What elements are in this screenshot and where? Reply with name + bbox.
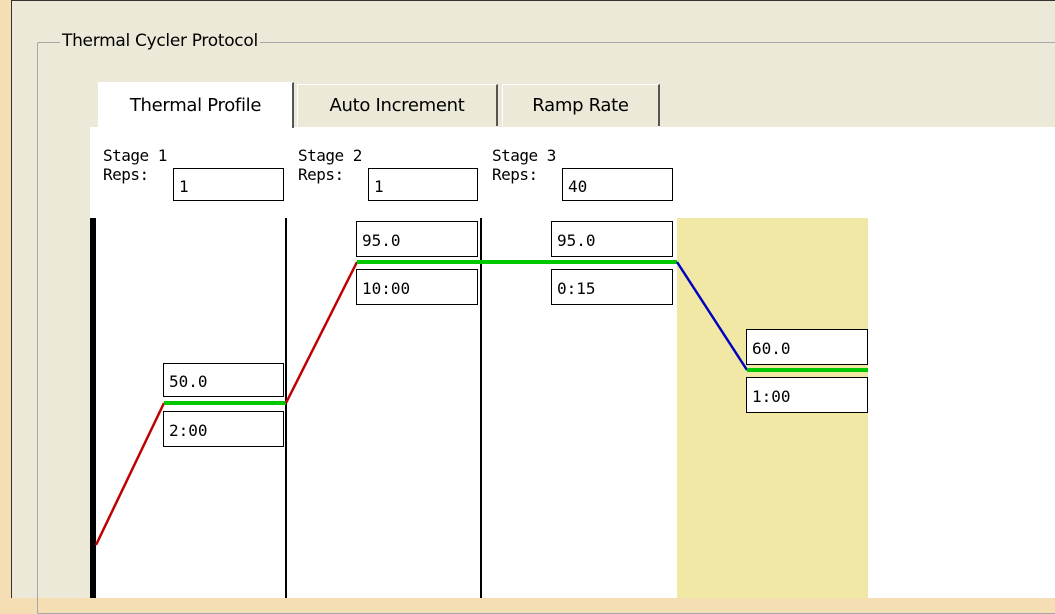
step-3-time-input[interactable] — [551, 269, 673, 305]
step-1-time-input[interactable] — [163, 411, 284, 447]
stage-2-reps-input[interactable] — [368, 168, 478, 201]
ramp-up-line-1 — [94, 402, 166, 546]
ramp-up-line-2 — [284, 261, 359, 404]
step-3-temp-input[interactable] — [551, 221, 673, 257]
step-1-temp-input[interactable] — [163, 363, 284, 397]
stage-1-reps-input[interactable] — [173, 168, 284, 201]
stage-3-reps-label: Reps: — [492, 165, 538, 184]
stage-1-label: Stage 1 — [103, 146, 167, 165]
stage-2-reps-label: Reps: — [298, 165, 344, 184]
stage-1-start-divider — [90, 218, 96, 598]
stage-1-reps-label: Reps: — [103, 165, 149, 184]
stage-3-reps-input[interactable] — [562, 168, 673, 201]
step-4-time-input[interactable] — [746, 377, 868, 413]
stage-3-label: Stage 3 — [492, 146, 556, 165]
step-2-temp-input[interactable] — [356, 221, 478, 257]
stage-2-label: Stage 2 — [298, 146, 362, 165]
step-4-temp-input[interactable] — [746, 329, 868, 365]
tab-thermal-profile[interactable]: Thermal Profile — [98, 82, 294, 128]
step-2-time-input[interactable] — [356, 269, 478, 305]
